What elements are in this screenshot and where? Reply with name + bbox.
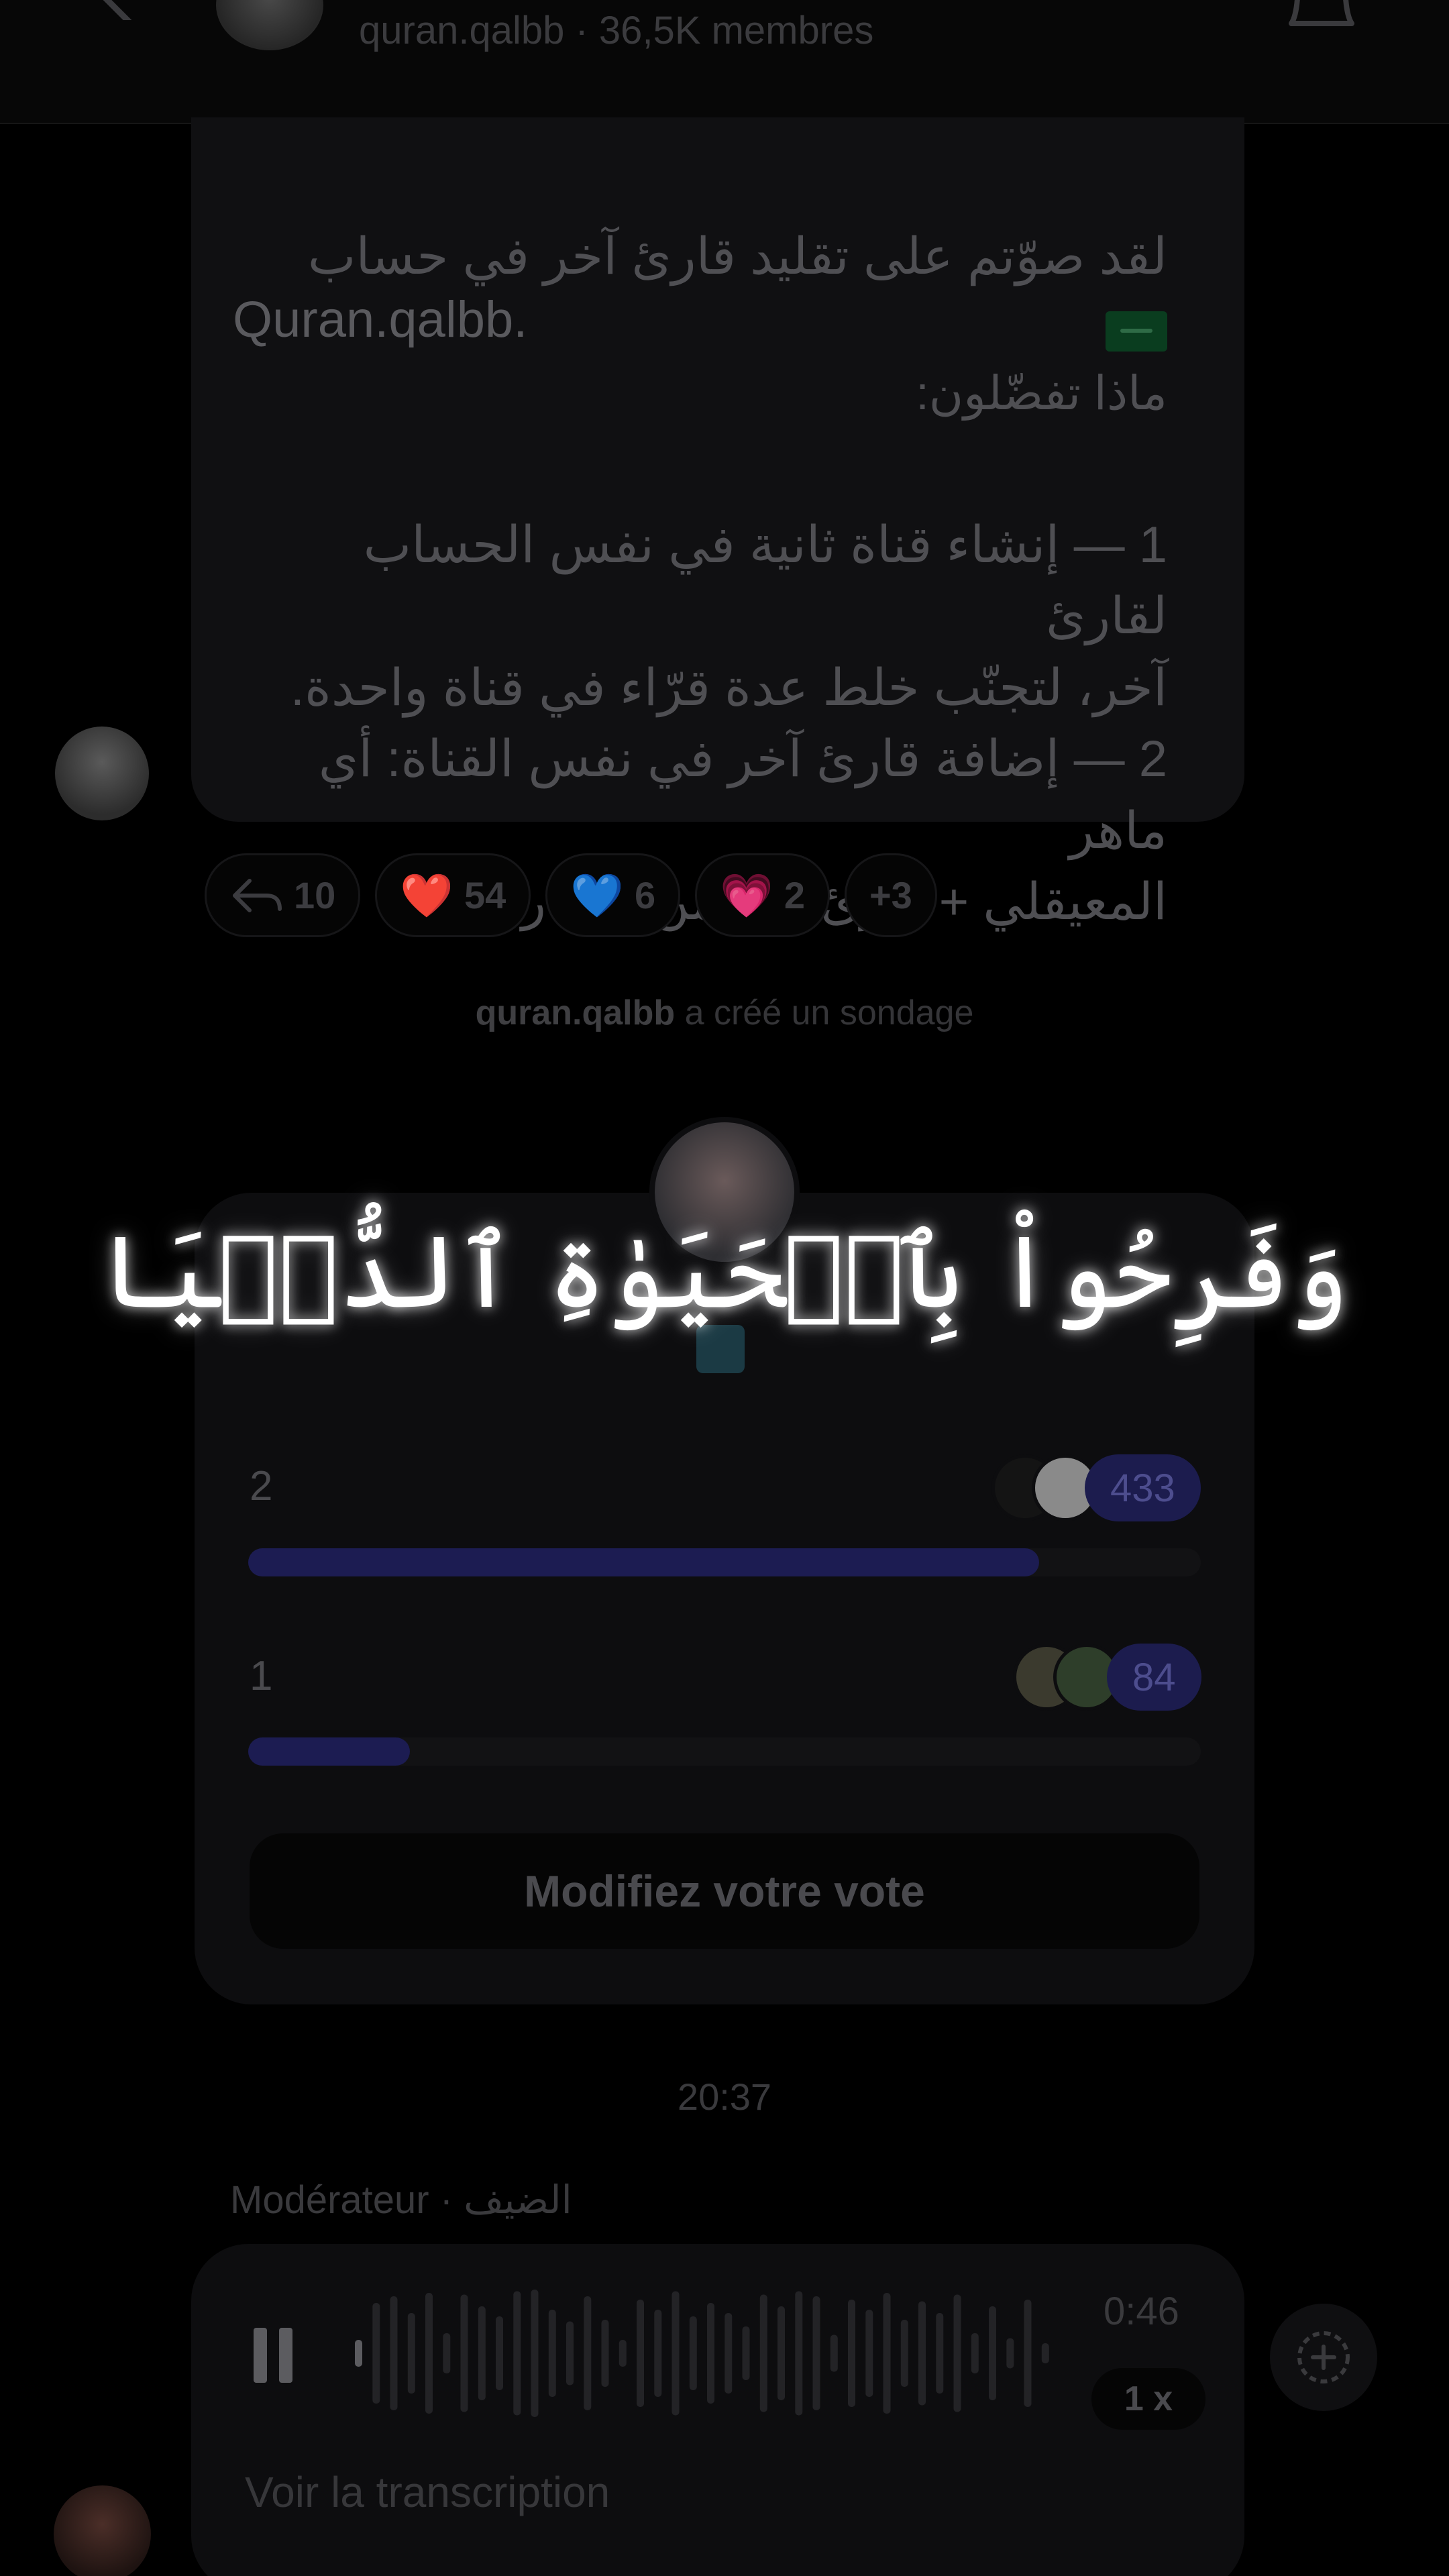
reaction-bar: 10 ❤️ 54 💙 6 💗 2 +3 xyxy=(205,853,937,937)
message-line2: Quran.qalbb. xyxy=(233,291,528,348)
message-bubble[interactable]: لقد صوّتم على تقليد قارئ آخر في حساب Qur… xyxy=(191,117,1244,930)
poll-bar-track xyxy=(248,1737,1201,1766)
vote-count-pill[interactable]: 84 xyxy=(1107,1644,1201,1711)
reaction-count: 2 xyxy=(784,874,805,916)
poll-bar-track xyxy=(248,1548,1201,1576)
member-count: · 36,5K membres xyxy=(575,9,874,52)
poll-author: quran.qalbb xyxy=(475,994,676,1032)
waveform-bar xyxy=(1006,2338,1014,2369)
waveform-bar xyxy=(953,2294,961,2412)
waveform-bar xyxy=(460,2294,468,2412)
waveform-bar xyxy=(1024,2300,1032,2407)
waveform-bar xyxy=(478,2306,486,2400)
pause-icon[interactable] xyxy=(254,2328,294,2383)
waveform-bar xyxy=(566,2321,574,2385)
back-arrow-icon[interactable] xyxy=(87,0,148,20)
ballot-box-icon xyxy=(696,1325,745,1373)
waveform-bar xyxy=(584,2296,592,2410)
waveform-bar xyxy=(637,2300,644,2407)
waveform-bar xyxy=(759,2294,767,2412)
waveform-bar xyxy=(619,2340,627,2367)
poll-bar-fill xyxy=(248,1737,411,1766)
poll-created-text: a créé un sondage xyxy=(675,994,974,1032)
audio-waveform[interactable] xyxy=(352,2286,1057,2420)
waveform-bar xyxy=(848,2300,855,2407)
waveform-bar xyxy=(707,2303,714,2404)
sender-name: Modérateur · الضيف xyxy=(230,2178,572,2222)
waveform-bar xyxy=(1041,2343,1049,2363)
waveform-bar xyxy=(548,2310,556,2397)
poll-created-note: quran.qalbb a créé un sondage xyxy=(0,993,1449,1033)
saudi-flag-icon xyxy=(1106,311,1167,352)
waveform-bar xyxy=(689,2316,697,2390)
red-heart-icon: ❤️ xyxy=(400,871,453,920)
moderator-avatar[interactable] xyxy=(54,2485,151,2576)
waveform-bar xyxy=(672,2291,680,2416)
reaction-chip-pink-heart[interactable]: 💗 2 xyxy=(695,853,830,937)
waveform-bar xyxy=(865,2310,873,2397)
reaction-count: 6 xyxy=(634,874,656,916)
waveform-bar xyxy=(883,2293,891,2414)
waveform-bar xyxy=(830,2334,838,2372)
option1-line2: آخر، لتجنّب خلط عدة قرّاء في قناة واحدة. xyxy=(290,659,1167,716)
view-transcript-link[interactable]: Voir la transcription xyxy=(245,2467,610,2517)
waveform-bar xyxy=(777,2306,785,2400)
waveform-bar xyxy=(971,2333,979,2373)
add-reaction-icon[interactable] xyxy=(1270,2304,1377,2411)
poll-option-label[interactable]: 2 xyxy=(250,1462,272,1510)
waveform-bar xyxy=(900,2320,908,2387)
more-reactions-count: +3 xyxy=(869,874,912,916)
more-reactions-chip[interactable]: +3 xyxy=(844,853,937,937)
audio-duration: 0:46 xyxy=(1104,2290,1179,2333)
channel-avatar[interactable] xyxy=(216,0,323,50)
channel-subtitle[interactable]: quran.qalbb · 36,5K membres xyxy=(359,8,873,53)
sender-avatar[interactable] xyxy=(55,727,149,820)
waveform-bar xyxy=(812,2296,820,2410)
poll-bar-fill xyxy=(248,1548,1039,1576)
reaction-count: 54 xyxy=(464,874,506,916)
blue-heart-icon: 💙 xyxy=(570,871,624,920)
timestamp: 20:37 xyxy=(677,2076,772,2118)
waveform-bar xyxy=(390,2296,398,2410)
waveform-bar xyxy=(407,2313,415,2394)
reply-count: 10 xyxy=(294,874,336,916)
waveform-bar xyxy=(513,2291,521,2416)
option1-line1: 1 — إنشاء قناة ثانية في نفس الحساب لقارئ xyxy=(363,517,1167,645)
quran-verse-overlay: وَفَرِحُواْ بِٱلۡحَيَوٰةِ ٱلدُّنۡيَا xyxy=(100,1214,1349,1331)
waveform-bar xyxy=(601,2320,609,2387)
channel-header: quran.qalbb · 36,5K membres xyxy=(0,0,1449,124)
poll-option-label[interactable]: 1 xyxy=(250,1652,272,1700)
waveform-bar xyxy=(654,2310,662,2397)
bell-icon[interactable] xyxy=(1285,0,1358,34)
waveform-bar xyxy=(425,2293,433,2414)
waveform-bar xyxy=(496,2316,503,2390)
waveform-bar xyxy=(724,2313,733,2394)
waveform-bar xyxy=(918,2301,926,2406)
reaction-chip-blue-heart[interactable]: 💙 6 xyxy=(545,853,681,937)
waveform-bar xyxy=(936,2313,944,2394)
pink-heart-icon: 💗 xyxy=(720,871,773,920)
message-line3: ماذا تفضّلون: xyxy=(916,367,1167,419)
channel-handle: quran.qalbb xyxy=(359,9,565,52)
waveform-bar xyxy=(531,2290,539,2417)
playback-speed-button[interactable]: 1 x xyxy=(1091,2368,1205,2430)
message-line1: لقد صوّتم على تقليد قارئ آخر في حساب xyxy=(307,228,1167,285)
waveform-bar xyxy=(742,2326,750,2380)
change-vote-button[interactable]: Modifiez votre vote xyxy=(250,1833,1199,1949)
reply-count-chip[interactable]: 10 xyxy=(205,853,361,937)
reply-icon xyxy=(233,878,282,912)
vote-count-pill[interactable]: 433 xyxy=(1085,1454,1201,1521)
option2-line1: 2 — إضافة قارئ آخر في نفس القناة: أي ماه… xyxy=(318,731,1167,859)
waveform-bar xyxy=(355,2340,362,2367)
waveform-bar xyxy=(795,2291,803,2416)
waveform-bar xyxy=(989,2306,996,2400)
reaction-chip-red-heart[interactable]: ❤️ 54 xyxy=(375,853,531,937)
waveform-bar xyxy=(372,2303,380,2404)
waveform-bar xyxy=(443,2333,451,2373)
